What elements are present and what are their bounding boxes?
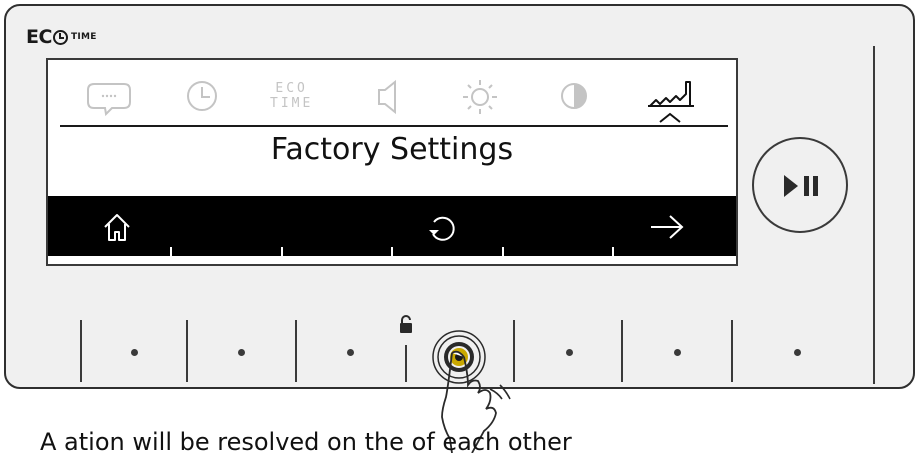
touch-key-divider <box>295 320 297 382</box>
touch-key-7[interactable] <box>794 349 801 356</box>
touch-key-divider <box>405 345 407 382</box>
touch-key-divider <box>731 320 733 382</box>
menu-icon-row: ECO TIME <box>48 78 736 123</box>
touch-key-3[interactable] <box>347 349 354 356</box>
tab-separator-line <box>60 125 728 127</box>
eco-time-icon[interactable]: ECO TIME <box>270 81 313 111</box>
bar-tick <box>391 247 393 256</box>
touch-key-1[interactable] <box>131 349 138 356</box>
brightness-icon[interactable] <box>458 78 502 118</box>
caption-text: A ation will be resolved on the of each … <box>40 428 572 456</box>
logo-time-text: TIME <box>70 32 97 42</box>
factory-icon[interactable] <box>646 78 700 126</box>
play-pause-icon <box>784 175 818 197</box>
lcd-display: ECO TIME Factory Settings <box>46 58 738 266</box>
touch-key-divider <box>621 320 623 382</box>
touch-key-divider <box>186 320 188 382</box>
play-pause-button[interactable] <box>752 137 848 233</box>
touch-key-divider <box>513 320 515 382</box>
bar-tick <box>612 247 614 256</box>
bar-tick <box>281 247 283 256</box>
chat-icon[interactable] <box>84 78 134 118</box>
touch-key-6[interactable] <box>674 349 681 356</box>
speaker-icon[interactable] <box>371 78 407 118</box>
bar-tick <box>170 247 172 256</box>
logo-eco-text: EC <box>26 26 52 48</box>
touch-key-5[interactable] <box>566 349 573 356</box>
touch-key-2[interactable] <box>238 349 245 356</box>
bottom-action-bar <box>48 196 736 256</box>
touch-key-divider <box>80 320 82 382</box>
bar-tick <box>502 247 504 256</box>
contrast-icon[interactable] <box>556 78 592 118</box>
clock-icon[interactable] <box>180 78 224 118</box>
reset-icon[interactable] <box>425 210 461 246</box>
screen-title: Factory Settings <box>270 132 514 167</box>
eco-mini-line2: TIME <box>270 96 314 111</box>
home-icon[interactable] <box>100 210 134 244</box>
arrow-right-icon[interactable] <box>648 212 686 242</box>
logo-clock-icon <box>52 29 68 45</box>
panel-divider <box>873 46 875 384</box>
eco-time-logo: EC TIME <box>26 27 97 47</box>
padlock-icon <box>400 315 412 333</box>
eco-mini-line1: ECO <box>275 81 308 96</box>
